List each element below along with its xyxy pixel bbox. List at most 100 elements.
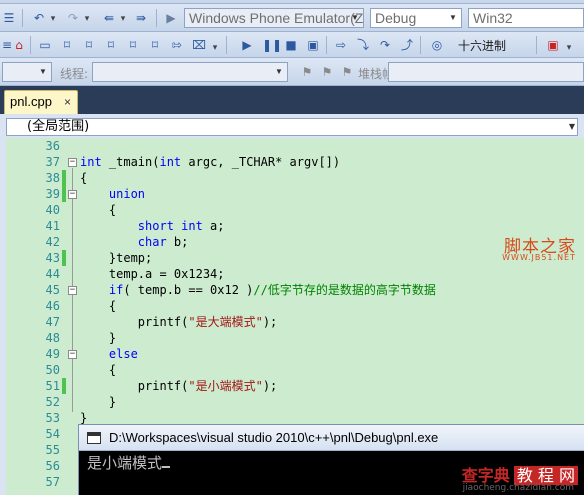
keyword-token: else [108,347,138,361]
debug-toolbar: ≡ ⌂ ▭ ⌑ ⌑ ⌑ ⌑ ⌑ ⇰ ⌧ ▾ ▶ ❚❚ ■ ▣ ⇨ ⤵ ↷ ⤴ ◎… [0,32,584,58]
chazidian-watermark-site: jiaocheng.chazidian.com [462,483,574,493]
flag-thread-icon[interactable]: ⚑ [300,65,314,79]
bookmark-dropdown-icon[interactable]: ▾ [210,41,220,55]
bookmark-doc-icon[interactable]: ⇰ [170,38,184,52]
keyword-token: union [108,187,146,201]
bookmark-folder-icon[interactable]: ⌑ [126,38,140,52]
bookmark-folder-next-icon[interactable]: ⌑ [148,38,162,52]
string-token: "是小端模式" [188,379,263,393]
code-line-37: int _tmain(int argc, _TCHAR* argv[]) [80,155,341,169]
configuration-combo[interactable]: Debug ▼ [370,8,462,28]
console-cursor [162,466,171,468]
chevron-down-icon: ▼ [351,13,359,22]
line-number: 51 [45,379,60,393]
comment-icon[interactable]: ⌂ [12,38,26,52]
quick-watch-icon[interactable]: ◎ [430,38,444,52]
code-line-45: if( temp.b == 0x12 )//低字节存的是数据的高字节数据 [108,283,436,297]
navigate-dropdown-icon[interactable]: ▾ [118,12,128,26]
tab-pnl-cpp[interactable]: pnl.cpp × [4,90,78,114]
line-number: 45 [45,283,60,297]
undo-dropdown-icon[interactable]: ▾ [48,12,58,26]
start-debugging-icon[interactable]: ▶ [164,11,178,25]
step-into-icon[interactable]: ⤵ [356,38,370,52]
stack-frame-combo[interactable] [388,62,584,82]
step-out-icon[interactable]: ⤴ [400,38,414,52]
console-output-text: 是小端模式 [87,454,163,472]
toolbar-separator [156,9,157,27]
bookmark-icon[interactable]: ⌑ [60,38,74,52]
hexadecimal-toggle[interactable]: 十六进制 [458,37,506,54]
thread-label: 线程: [60,67,89,81]
toolbar-separator [30,36,31,54]
code-line-38: { [80,171,88,185]
bookmark-prev-icon[interactable]: ⌑ [82,38,96,52]
break-all-icon[interactable]: ❚❚ [262,38,282,52]
line-number: 37 [45,155,60,169]
step-over-icon[interactable]: ↷ [378,38,392,52]
code-line-39: union [80,186,145,202]
navigate-backward-icon[interactable]: ⇚ [102,11,116,25]
code-line-52: } [80,395,117,409]
bookmark-next-icon[interactable]: ⌑ [104,38,118,52]
line-number: 57 [45,475,60,489]
toolbar-separator [22,9,23,27]
change-marker [62,170,66,186]
process-combo[interactable]: ▼ [2,62,52,82]
line-number: 40 [45,203,60,217]
line-number: 52 [45,395,60,409]
collapse-toggle-icon[interactable]: − [68,190,77,199]
console-title: D:\Workspaces\visual studio 2010\c++\pnl… [109,430,439,445]
code-line-42: char b; [137,235,189,249]
restart-icon[interactable]: ▣ [306,38,320,52]
code-line-48: } [80,331,117,345]
thread-combo[interactable]: ▼ [92,62,288,82]
document-tab-row: pnl.cpp × [0,86,584,114]
keyword-token: int [80,155,102,169]
code-line-46: { [80,299,117,313]
navigate-forward-icon[interactable]: ⇛ [134,11,148,25]
tab-filename: pnl.cpp [10,94,52,109]
collapse-toggle-icon[interactable]: − [68,286,77,295]
redo-dropdown-icon[interactable]: ▾ [82,12,92,26]
line-number: 50 [45,363,60,377]
standard-toolbar: ☰ ↶ ▾ ↷ ▾ ⇚ ▾ ⇛ ▶ Windows Phone Emulator… [0,4,584,32]
line-number: 36 [45,139,60,153]
collapse-toggle-icon[interactable]: − [68,350,77,359]
keyword-token: char [137,235,167,249]
redo-icon[interactable]: ↷ [66,11,80,25]
line-number: 55 [45,443,60,457]
continue-icon[interactable]: ▶ [240,38,254,52]
undo-icon[interactable]: ↶ [32,11,46,25]
code-line-43: }temp; [80,251,153,265]
configuration-combo-text: Debug [375,10,417,26]
keyword-token: short int [137,219,203,233]
show-next-statement-icon[interactable]: ⇨ [334,38,348,52]
toolbar-separator [326,36,327,54]
scope-combo[interactable]: (全局范围) ▼ [6,118,578,136]
line-number: 39 [45,187,60,201]
collapse-toggle-icon[interactable]: − [68,158,77,167]
toolbar-separator [420,36,421,54]
line-number-gutter: 36 37 38 39 40 41 42 43 44 45 46 47 48 4… [6,138,66,495]
platform-combo[interactable]: Win32 [468,8,584,28]
stop-debugging-icon[interactable]: ■ [284,38,298,52]
close-icon[interactable]: × [64,91,71,113]
console-title-bar[interactable]: D:\Workspaces\visual studio 2010\c++\pnl… [79,425,584,451]
keyword-token: int [159,155,182,169]
line-number: 53 [45,411,60,425]
line-number: 41 [45,219,60,233]
console-window-icon [87,432,101,444]
window-icon[interactable]: ▭ [38,38,52,52]
chevron-down-icon: ▼ [39,67,47,76]
clear-bookmarks-icon[interactable]: ⌧ [192,38,206,52]
keyword-token: if [108,283,124,297]
emulator-combo[interactable]: Windows Phone Emulator(ZH- ▼ [184,8,364,28]
breakpoints-dropdown-icon[interactable]: ▾ [564,41,574,55]
window-list-icon[interactable]: ☰ [2,11,16,25]
flag-thread-alt-icon[interactable]: ⚑ [320,65,334,79]
line-number: 49 [45,347,60,361]
scope-combo-text: (全局范围) [27,119,90,134]
code-line-51: printf("是小端模式"); [80,379,278,393]
breakpoints-window-icon[interactable]: ▣ [546,38,560,52]
flag-all-threads-icon[interactable]: ⚑ [340,65,354,79]
